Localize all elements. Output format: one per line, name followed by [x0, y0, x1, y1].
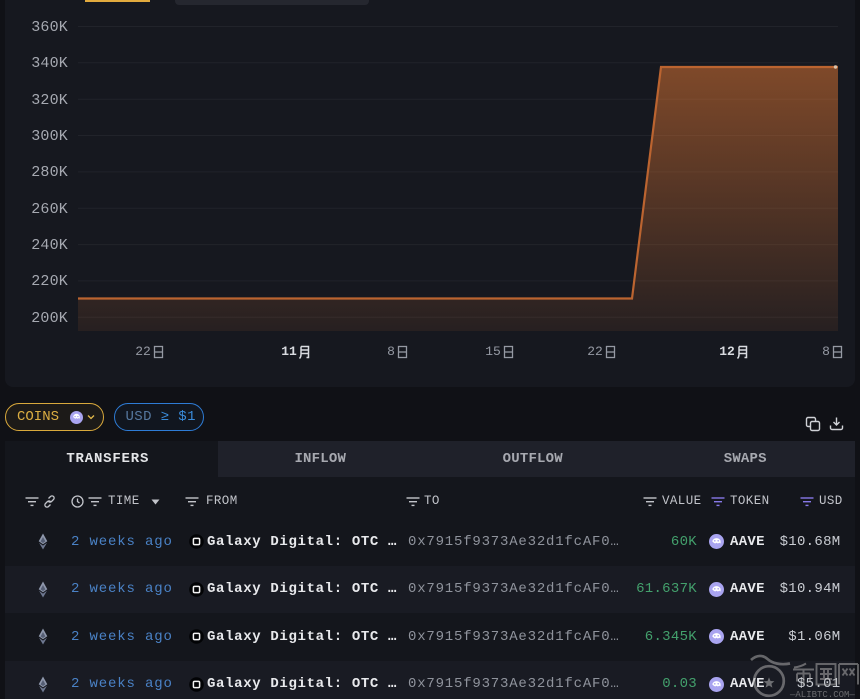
svg-text:—ALIBTC.COM—: —ALIBTC.COM—	[789, 690, 855, 699]
